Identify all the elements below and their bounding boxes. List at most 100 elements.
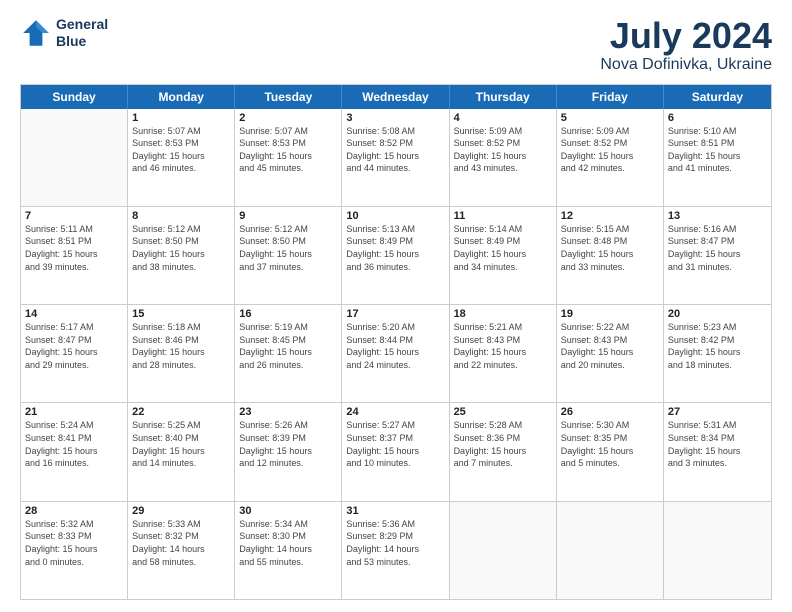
day-number: 29 [132, 505, 230, 517]
calendar-header-cell: Wednesday [342, 85, 449, 109]
day-info: Sunrise: 5:18 AM Sunset: 8:46 PM Dayligh… [132, 321, 230, 371]
day-number: 28 [25, 505, 123, 517]
calendar-cell [21, 109, 128, 206]
logo-text: General Blue [56, 16, 108, 50]
day-number: 20 [668, 308, 767, 320]
day-info: Sunrise: 5:23 AM Sunset: 8:42 PM Dayligh… [668, 321, 767, 371]
calendar-cell: 6Sunrise: 5:10 AM Sunset: 8:51 PM Daylig… [664, 109, 771, 206]
header: General Blue July 2024 Nova Dofinivka, U… [20, 16, 772, 74]
calendar-cell: 5Sunrise: 5:09 AM Sunset: 8:52 PM Daylig… [557, 109, 664, 206]
calendar-cell: 25Sunrise: 5:28 AM Sunset: 8:36 PM Dayli… [450, 403, 557, 500]
day-info: Sunrise: 5:16 AM Sunset: 8:47 PM Dayligh… [668, 223, 767, 273]
day-info: Sunrise: 5:27 AM Sunset: 8:37 PM Dayligh… [346, 419, 444, 469]
day-info: Sunrise: 5:22 AM Sunset: 8:43 PM Dayligh… [561, 321, 659, 371]
logo-icon [20, 17, 52, 49]
day-number: 24 [346, 406, 444, 418]
day-number: 22 [132, 406, 230, 418]
day-info: Sunrise: 5:30 AM Sunset: 8:35 PM Dayligh… [561, 419, 659, 469]
logo: General Blue [20, 16, 108, 50]
calendar-cell [557, 502, 664, 599]
day-number: 6 [668, 112, 767, 124]
calendar-cell: 13Sunrise: 5:16 AM Sunset: 8:47 PM Dayli… [664, 207, 771, 304]
day-number: 11 [454, 210, 552, 222]
calendar-cell: 28Sunrise: 5:32 AM Sunset: 8:33 PM Dayli… [21, 502, 128, 599]
day-number: 3 [346, 112, 444, 124]
day-info: Sunrise: 5:12 AM Sunset: 8:50 PM Dayligh… [132, 223, 230, 273]
day-number: 16 [239, 308, 337, 320]
title-block: July 2024 Nova Dofinivka, Ukraine [600, 16, 772, 74]
day-info: Sunrise: 5:28 AM Sunset: 8:36 PM Dayligh… [454, 419, 552, 469]
calendar-cell: 23Sunrise: 5:26 AM Sunset: 8:39 PM Dayli… [235, 403, 342, 500]
calendar-row: 7Sunrise: 5:11 AM Sunset: 8:51 PM Daylig… [21, 206, 771, 304]
calendar-cell [450, 502, 557, 599]
day-number: 4 [454, 112, 552, 124]
calendar-cell: 8Sunrise: 5:12 AM Sunset: 8:50 PM Daylig… [128, 207, 235, 304]
day-info: Sunrise: 5:33 AM Sunset: 8:32 PM Dayligh… [132, 518, 230, 568]
calendar-cell: 22Sunrise: 5:25 AM Sunset: 8:40 PM Dayli… [128, 403, 235, 500]
day-number: 26 [561, 406, 659, 418]
day-info: Sunrise: 5:24 AM Sunset: 8:41 PM Dayligh… [25, 419, 123, 469]
day-info: Sunrise: 5:11 AM Sunset: 8:51 PM Dayligh… [25, 223, 123, 273]
calendar-cell: 12Sunrise: 5:15 AM Sunset: 8:48 PM Dayli… [557, 207, 664, 304]
subtitle: Nova Dofinivka, Ukraine [600, 56, 772, 74]
day-info: Sunrise: 5:09 AM Sunset: 8:52 PM Dayligh… [561, 125, 659, 175]
calendar-body: 1Sunrise: 5:07 AM Sunset: 8:53 PM Daylig… [21, 109, 771, 599]
day-info: Sunrise: 5:14 AM Sunset: 8:49 PM Dayligh… [454, 223, 552, 273]
calendar-cell: 24Sunrise: 5:27 AM Sunset: 8:37 PM Dayli… [342, 403, 449, 500]
calendar-cell: 18Sunrise: 5:21 AM Sunset: 8:43 PM Dayli… [450, 305, 557, 402]
calendar-header-cell: Monday [128, 85, 235, 109]
calendar-row: 28Sunrise: 5:32 AM Sunset: 8:33 PM Dayli… [21, 501, 771, 599]
day-info: Sunrise: 5:25 AM Sunset: 8:40 PM Dayligh… [132, 419, 230, 469]
day-number: 23 [239, 406, 337, 418]
day-number: 17 [346, 308, 444, 320]
calendar-cell: 7Sunrise: 5:11 AM Sunset: 8:51 PM Daylig… [21, 207, 128, 304]
calendar-cell: 9Sunrise: 5:12 AM Sunset: 8:50 PM Daylig… [235, 207, 342, 304]
day-number: 14 [25, 308, 123, 320]
day-number: 5 [561, 112, 659, 124]
calendar-cell: 29Sunrise: 5:33 AM Sunset: 8:32 PM Dayli… [128, 502, 235, 599]
day-number: 27 [668, 406, 767, 418]
calendar-header-cell: Sunday [21, 85, 128, 109]
day-info: Sunrise: 5:19 AM Sunset: 8:45 PM Dayligh… [239, 321, 337, 371]
calendar-cell: 30Sunrise: 5:34 AM Sunset: 8:30 PM Dayli… [235, 502, 342, 599]
day-number: 12 [561, 210, 659, 222]
day-info: Sunrise: 5:12 AM Sunset: 8:50 PM Dayligh… [239, 223, 337, 273]
day-number: 19 [561, 308, 659, 320]
calendar-row: 21Sunrise: 5:24 AM Sunset: 8:41 PM Dayli… [21, 402, 771, 500]
day-info: Sunrise: 5:36 AM Sunset: 8:29 PM Dayligh… [346, 518, 444, 568]
day-info: Sunrise: 5:13 AM Sunset: 8:49 PM Dayligh… [346, 223, 444, 273]
calendar-header-cell: Thursday [450, 85, 557, 109]
calendar-cell: 27Sunrise: 5:31 AM Sunset: 8:34 PM Dayli… [664, 403, 771, 500]
day-number: 7 [25, 210, 123, 222]
calendar-cell: 1Sunrise: 5:07 AM Sunset: 8:53 PM Daylig… [128, 109, 235, 206]
calendar-cell [664, 502, 771, 599]
calendar-cell: 14Sunrise: 5:17 AM Sunset: 8:47 PM Dayli… [21, 305, 128, 402]
day-info: Sunrise: 5:08 AM Sunset: 8:52 PM Dayligh… [346, 125, 444, 175]
day-info: Sunrise: 5:15 AM Sunset: 8:48 PM Dayligh… [561, 223, 659, 273]
day-number: 18 [454, 308, 552, 320]
day-info: Sunrise: 5:31 AM Sunset: 8:34 PM Dayligh… [668, 419, 767, 469]
calendar-header-cell: Saturday [664, 85, 771, 109]
calendar-cell: 21Sunrise: 5:24 AM Sunset: 8:41 PM Dayli… [21, 403, 128, 500]
main-title: July 2024 [600, 16, 772, 56]
day-info: Sunrise: 5:10 AM Sunset: 8:51 PM Dayligh… [668, 125, 767, 175]
calendar-cell: 20Sunrise: 5:23 AM Sunset: 8:42 PM Dayli… [664, 305, 771, 402]
day-number: 10 [346, 210, 444, 222]
calendar-row: 1Sunrise: 5:07 AM Sunset: 8:53 PM Daylig… [21, 109, 771, 206]
calendar-cell: 4Sunrise: 5:09 AM Sunset: 8:52 PM Daylig… [450, 109, 557, 206]
calendar-cell: 15Sunrise: 5:18 AM Sunset: 8:46 PM Dayli… [128, 305, 235, 402]
calendar-cell: 17Sunrise: 5:20 AM Sunset: 8:44 PM Dayli… [342, 305, 449, 402]
day-info: Sunrise: 5:09 AM Sunset: 8:52 PM Dayligh… [454, 125, 552, 175]
calendar-header-cell: Friday [557, 85, 664, 109]
calendar-cell: 2Sunrise: 5:07 AM Sunset: 8:53 PM Daylig… [235, 109, 342, 206]
calendar-cell: 10Sunrise: 5:13 AM Sunset: 8:49 PM Dayli… [342, 207, 449, 304]
day-info: Sunrise: 5:07 AM Sunset: 8:53 PM Dayligh… [132, 125, 230, 175]
day-number: 31 [346, 505, 444, 517]
day-number: 8 [132, 210, 230, 222]
day-info: Sunrise: 5:21 AM Sunset: 8:43 PM Dayligh… [454, 321, 552, 371]
day-info: Sunrise: 5:26 AM Sunset: 8:39 PM Dayligh… [239, 419, 337, 469]
day-number: 25 [454, 406, 552, 418]
calendar-cell: 31Sunrise: 5:36 AM Sunset: 8:29 PM Dayli… [342, 502, 449, 599]
calendar-cell: 19Sunrise: 5:22 AM Sunset: 8:43 PM Dayli… [557, 305, 664, 402]
day-number: 2 [239, 112, 337, 124]
